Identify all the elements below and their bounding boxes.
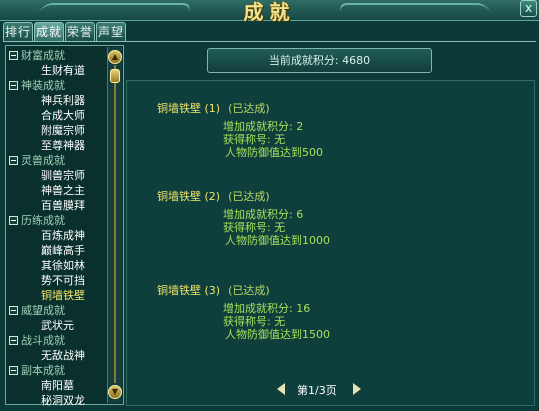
category-label: 威望成就 [21,304,65,317]
achievement-requirement: 人物防御值达到1500 [225,328,330,341]
achievement-entry: 铜墙铁壁 (2) (已达成) 增加成就积分: 6 获得称号: 无人物防御值达到1000 [157,189,517,247]
achievement-title-reward: 获得称号: 无 [223,315,286,328]
collapse-toggle-icon[interactable] [9,215,18,225]
category-header[interactable]: 神装成就 [8,78,108,93]
category-sidebar: 财富成就 生财有道 神装成就 神兵利器 合成大师 附魔宗师 至尊神器 灵兽成就 驯兽宗师 神兽之主… [5,45,124,408]
achievement-entry: 铜墙铁壁 (3) (已达成) 增加成就积分: 16 获得称号: 无人物防御值达到150… [157,283,517,341]
sidebar-item[interactable]: 势不可挡 [8,273,108,288]
collapse-toggle-icon[interactable] [9,335,18,345]
achievement-detail-panel: 第1/3页 铜墙铁壁 (1) (已达成) 增加成就积分: 2 获得称号: 无人物防御值… [126,80,535,406]
sidebar-item[interactable]: 生财有道 [8,63,108,78]
collapse-toggle-icon[interactable] [9,50,18,60]
sidebar-scrollbar[interactable]: ▲ ▼ [107,47,122,403]
prev-page-icon[interactable] [277,383,285,395]
scroll-track [114,65,116,383]
tab-divider [3,41,536,42]
achievement-name: 铜墙铁壁 (1) [157,102,221,115]
sidebar-item[interactable]: 神兵利器 [8,93,108,108]
achievement-title-line: 铜墙铁壁 (1) (已达成) [157,101,517,117]
sidebar-item[interactable]: 巅峰高手 [8,243,108,258]
achievement-status: (已达成) [228,284,270,297]
category-label: 灵兽成就 [21,154,65,167]
achievement-name: 铜墙铁壁 (2) [157,190,221,203]
sidebar-item[interactable]: 神兽之主 [8,183,108,198]
collapse-toggle-icon[interactable] [9,365,18,375]
page-indicator: 第1/3页 [297,384,337,397]
category-header[interactable]: 威望成就 [8,303,108,318]
sidebar-item[interactable]: 武状元 [8,318,108,333]
achievement-title-line: 铜墙铁壁 (3) (已达成) [157,283,517,299]
category-header[interactable]: 战斗成就 [8,333,108,348]
achievement-points-reward: 增加成就积分: 6 [223,208,304,221]
tab-2[interactable]: 荣誉 [65,22,95,41]
category-label: 战斗成就 [21,334,65,347]
sidebar-item[interactable]: 附魔宗师 [8,123,108,138]
achievement-requirement: 人物防御值达到1000 [225,234,330,247]
achievement-points-reward: 增加成就积分: 2 [223,120,304,133]
pagination: 第1/3页 [277,381,397,399]
scroll-up-button[interactable]: ▲ [108,50,122,64]
achievement-title-reward: 获得称号: 无 [223,133,286,146]
scroll-down-button[interactable]: ▼ [108,385,122,399]
collapse-toggle-icon[interactable] [9,305,18,315]
achievement-title-line: 铜墙铁壁 (2) (已达成) [157,189,517,205]
sidebar-item[interactable]: 合成大师 [8,108,108,123]
achievement-status: (已达成) [228,102,270,115]
category-label: 副本成就 [21,364,65,377]
achievement-title-reward: 获得称号: 无 [223,221,286,234]
sidebar-item[interactable]: 至尊神器 [8,138,108,153]
collapse-toggle-icon[interactable] [9,80,18,90]
title-bar: 成就 x [0,0,539,24]
scroll-thumb[interactable] [110,69,120,83]
category-header[interactable]: 历练成就 [8,213,108,228]
category-label: 神装成就 [21,79,65,92]
achievement-points-reward: 增加成就积分: 16 [223,302,311,315]
sidebar-item[interactable]: 百炼成神 [8,228,108,243]
sidebar-item[interactable]: 南阳墓 [8,378,108,393]
achievement-points-display: 当前成就积分: 4680 [207,48,432,73]
sidebar-item[interactable]: 秘洞双龙 [8,393,108,408]
category-label: 财富成就 [21,49,65,62]
sidebar-item[interactable]: 其徐如林 [8,258,108,273]
category-header[interactable]: 灵兽成就 [8,153,108,168]
close-button[interactable]: x [520,0,537,17]
tab-1[interactable]: 成就 [34,22,64,42]
sidebar-item[interactable]: 无敌战神 [8,348,108,363]
collapse-toggle-icon[interactable] [9,155,18,165]
achievement-name: 铜墙铁壁 (3) [157,284,221,297]
sidebar-item[interactable]: 驯兽宗师 [8,168,108,183]
sidebar-item[interactable]: 铜墙铁壁 [8,288,108,303]
achievement-requirement: 人物防御值达到500 [225,146,323,159]
achievement-entry: 铜墙铁壁 (1) (已达成) 增加成就积分: 2 获得称号: 无人物防御值达到500 [157,101,517,159]
sidebar-item[interactable]: 百兽膜拜 [8,198,108,213]
tab-bar: 排行 成就 荣誉 声望 [3,22,126,42]
tab-3[interactable]: 声望 [96,22,126,41]
achievement-status: (已达成) [228,190,270,203]
category-header[interactable]: 财富成就 [8,48,108,63]
category-tree: 财富成就 生财有道 神装成就 神兵利器 合成大师 附魔宗师 至尊神器 灵兽成就 驯兽宗师 神兽之主… [8,48,108,408]
category-label: 历练成就 [21,214,65,227]
category-header[interactable]: 副本成就 [8,363,108,378]
next-page-icon[interactable] [353,383,361,395]
tab-0[interactable]: 排行 [3,22,33,41]
